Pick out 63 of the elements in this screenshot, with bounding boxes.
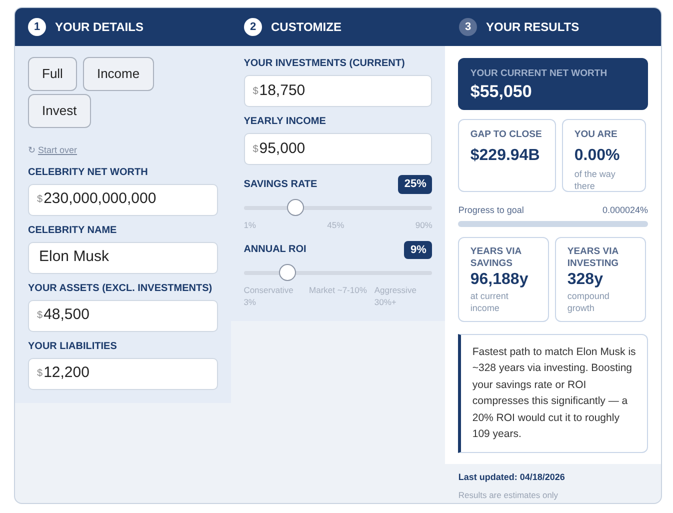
progress-reading: 0.000024% (602, 204, 648, 217)
step-title: CUSTOMIZE (271, 19, 342, 36)
field-label: YOUR LIABILITIES (28, 342, 118, 352)
last-updated-text: Last updated: 04/18/2026 (458, 470, 566, 484)
field-label: YOUR INVESTMENTS (CURRENT) (244, 59, 406, 69)
input-field[interactable]: $18,750 (244, 75, 432, 107)
slider-tick-label: 90% (415, 218, 432, 230)
slider-value-badge: 9% (404, 240, 432, 259)
slider-thumb[interactable] (279, 264, 296, 281)
field-value: 18,750 (259, 80, 306, 101)
field-value: 12,200 (44, 363, 90, 384)
stat-value: $229.94B (470, 146, 541, 166)
field-value: Elon Musk (39, 247, 110, 268)
stat-label: GAP TO CLOSE (470, 128, 543, 142)
currency-prefix: $ (252, 84, 258, 98)
field-label: YEARLY INCOME (244, 117, 327, 127)
stat-value: 328y (567, 270, 604, 290)
step-number: 3 (459, 18, 477, 36)
step-title: YOUR DETAILS (55, 19, 144, 36)
input-field[interactable]: $230,000,000,000 (28, 184, 218, 216)
field-value: 230,000,000,000 (44, 189, 156, 210)
slider-thumb[interactable] (286, 198, 304, 216)
slider-tick-label: Conservative 3% (244, 284, 294, 308)
field-label: CELEBRITY NAME (28, 226, 118, 236)
input-field[interactable]: $48,500 (28, 300, 218, 332)
field-label: YOUR ASSETS (EXCL. INVESTMENTS) (28, 284, 214, 294)
disclaimer-text: Results are estimates only (458, 489, 560, 502)
step-title: YOUR RESULTS (486, 19, 580, 36)
field-label: CELEBRITY NET WORTH (28, 168, 149, 178)
stat-label: YEARS VIA INVESTING (567, 246, 620, 270)
field-value: 95,000 (259, 138, 306, 159)
slider-label: SAVINGS RATE (244, 178, 318, 192)
preset-button[interactable]: Income (82, 57, 154, 91)
stat-value: $55,050 (470, 83, 533, 100)
stat-value: 96,188y (470, 270, 530, 290)
currency-prefix: $ (37, 367, 43, 381)
currency-prefix: $ (252, 142, 258, 156)
step-number: 1 (28, 18, 46, 36)
stat-note: of the way there (574, 168, 616, 192)
field-value: 48,500 (44, 305, 90, 326)
slider-label: ANNUAL ROI (244, 243, 306, 258)
stat-note: at current income (470, 290, 510, 314)
stat-value: 0.00% (574, 146, 621, 166)
refresh-icon: ↻ (28, 144, 36, 158)
step-number: 2 (244, 18, 262, 36)
preset-button[interactable]: Full (28, 57, 77, 91)
stat-label: YEARS VIA SAVINGS (470, 246, 522, 270)
input-field[interactable]: $95,000 (244, 133, 432, 165)
preset-button[interactable]: Invest (28, 94, 91, 128)
stat-label: YOU ARE (574, 128, 618, 142)
currency-prefix: $ (37, 193, 43, 207)
stat-label: YOUR CURRENT NET WORTH (470, 67, 608, 81)
slider-tick-label: 45% (327, 218, 344, 230)
insight-text: Fastest path to match Elon Musk is ~328 years via investing. Boosting your savings rate or ROI compresses this significantly — a 20% ROI would cut it to roughly 109 years. (472, 344, 636, 442)
slider-tick-label: 1% (244, 218, 256, 230)
input-field[interactable]: Elon Musk (28, 242, 218, 274)
stat-note: compound growth (567, 290, 610, 314)
currency-prefix: $ (37, 309, 43, 323)
progress-label: Progress to goal (458, 204, 524, 217)
slider-tick-label: Market ~7-10% (309, 284, 368, 297)
input-field[interactable]: $12,200 (28, 358, 218, 390)
slider-value-badge: 25% (398, 175, 432, 194)
slider-tick-label: Aggressive 30%+ (374, 284, 418, 308)
